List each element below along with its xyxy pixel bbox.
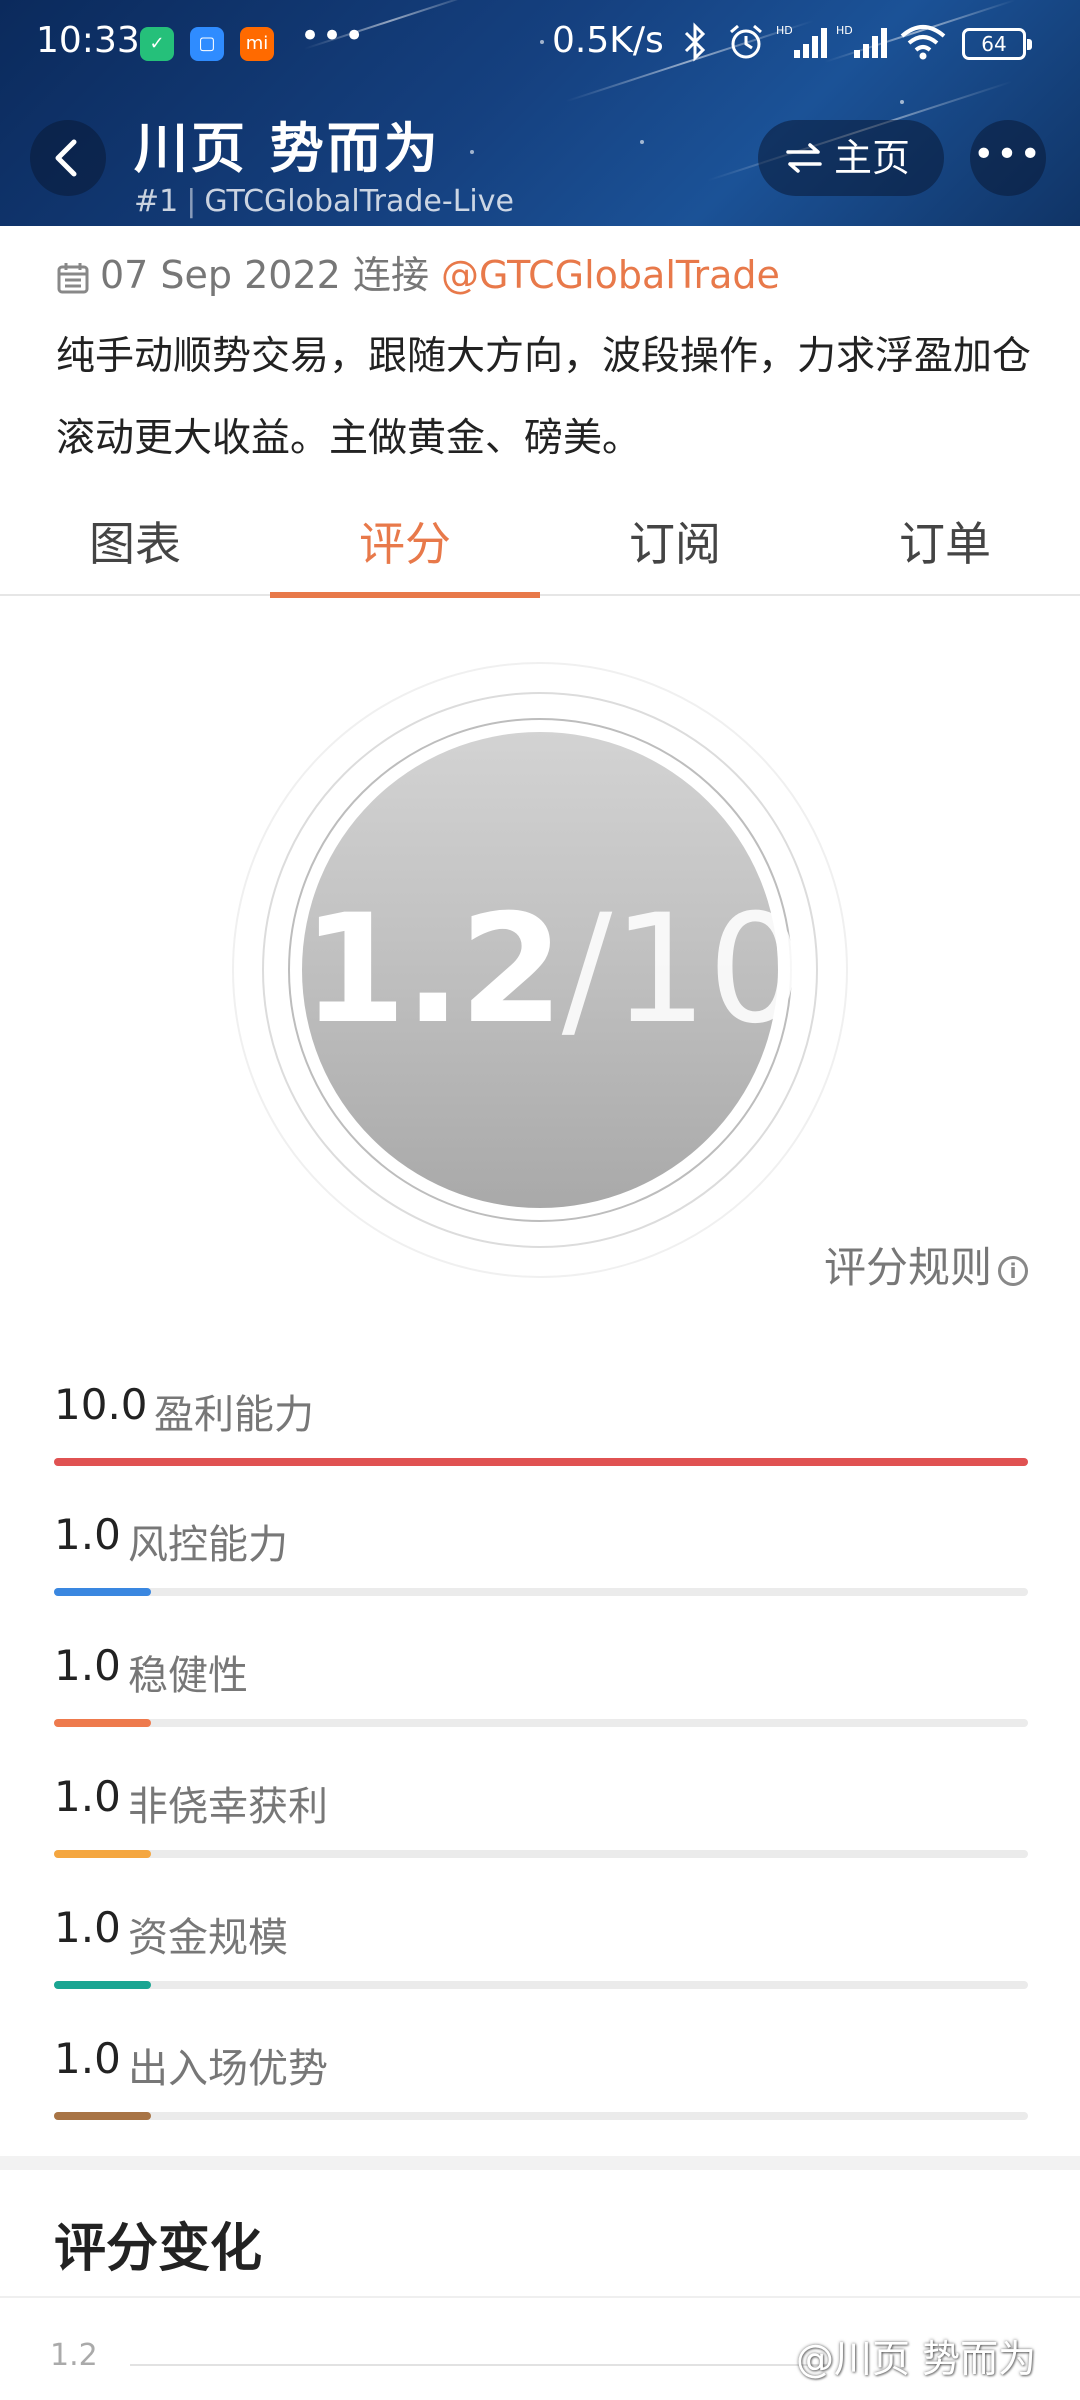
score-panel: 1.2/10 评分规则 i 10.0 盈利能力 1.0 风控能力 1.0 稳健性 … <box>0 598 1080 2158</box>
metric-value: 10.0 <box>54 1380 148 1429</box>
metric-label: 资金规模 <box>128 1915 288 1961</box>
page-title: 川页 势而为 <box>134 117 441 180</box>
svg-text:HD: HD <box>836 24 853 37</box>
metric-track <box>54 2112 1028 2120</box>
metric-label: 盈利能力 <box>154 1392 314 1438</box>
metric-label: 风控能力 <box>128 1522 288 1568</box>
metric-value: 1.0 <box>54 1772 121 1821</box>
connection-info: 07 Sep 2022 连接 @GTCGlobalTrade <box>56 244 780 299</box>
metric-label: 非侥幸获利 <box>128 1784 328 1830</box>
signal-icon-2: HD <box>836 24 887 58</box>
metric-value: 1.0 <box>54 2034 121 2083</box>
home-button-label: 主页 <box>834 136 911 180</box>
net-speed: 0.5K/s <box>552 20 664 61</box>
overall-score: 1.2/10 <box>302 732 803 1208</box>
metric-label: 稳健性 <box>128 1653 248 1699</box>
alarm-icon <box>730 24 762 59</box>
metric-entry-exit: 1.0 出入场优势 <box>54 2034 1028 2144</box>
status-time: 10:33 <box>36 20 140 61</box>
metric-value: 1.0 <box>54 1510 121 1559</box>
score-value: 1.2 <box>302 883 564 1057</box>
more-options-button[interactable]: ••• <box>970 120 1046 196</box>
score-rules-link[interactable]: 评分规则 i <box>824 1234 1028 1295</box>
metric-value: 1.0 <box>54 1641 121 1690</box>
calendar-icon <box>57 262 89 293</box>
metric-track <box>54 1588 1028 1596</box>
wifi-icon <box>900 25 946 60</box>
battery-icon: 64 <box>962 28 1032 60</box>
metric-bar <box>54 1588 152 1596</box>
account-subtitle: #1 | GTCGlobalTrade-Live <box>134 184 514 219</box>
info-icon: i <box>998 1255 1028 1286</box>
metric-fund-size: 1.0 资金规模 <box>54 1903 1028 2013</box>
metric-non-luck-profit: 1.0 非侥幸获利 <box>54 1772 1028 1882</box>
metric-stability: 1.0 稳健性 <box>54 1641 1028 1751</box>
metric-track <box>54 1719 1028 1727</box>
metric-risk-control: 1.0 风控能力 <box>54 1510 1028 1620</box>
chart-gridline <box>130 2364 830 2366</box>
bluetooth-icon <box>684 22 706 62</box>
strategy-description: 纯手动顺势交易，跟随大方向，波段操作，力求浮盈加仓滚动更大收益。主做黄金、磅美。 <box>56 334 1032 461</box>
metric-bar <box>54 2112 152 2120</box>
tab-bar: 图表 评分 订阅 订单 <box>0 500 1080 598</box>
status-more-icon: ••• <box>300 16 367 56</box>
metric-label: 出入场优势 <box>128 2046 328 2092</box>
metric-profitability: 10.0 盈利能力 <box>54 1380 1028 1490</box>
tab-chart[interactable]: 图表 <box>0 500 270 596</box>
connect-text: 连接 <box>352 253 429 297</box>
score-rules-label: 评分规则 <box>823 1243 992 1292</box>
home-button[interactable]: 主页 <box>758 120 944 196</box>
watermark: @川页 势而为 <box>796 2337 1037 2381</box>
tab-subscribe[interactable]: 订阅 <box>540 500 810 596</box>
metric-track <box>54 1850 1028 1858</box>
app-header: 10:33 ✓ ▢ mi ••• 0.5K/s HD HD 64 川页 势而为 … <box>0 0 1080 226</box>
status-bar: 10:33 ✓ ▢ mi ••• 0.5K/s HD HD 64 <box>0 0 1080 88</box>
metric-track <box>54 1458 1028 1466</box>
score-max: 10 <box>612 883 804 1057</box>
more-icon: ••• <box>973 134 1043 175</box>
section-divider <box>0 2156 1080 2170</box>
back-button[interactable] <box>30 120 106 196</box>
account-name: GTCGlobalTrade-Live <box>204 184 514 219</box>
chart-divider <box>0 2296 1080 2298</box>
connect-date: 07 Sep 2022 <box>100 253 341 297</box>
score-slash: / <box>561 883 613 1057</box>
mi-app-icon: mi <box>240 27 274 61</box>
tab-orders[interactable]: 订单 <box>810 500 1080 596</box>
security-app-icon: ✓ <box>140 27 174 61</box>
chart-y-tick: 1.2 <box>50 2338 98 2373</box>
chevron-left-icon <box>55 139 77 177</box>
score-history-title: 评分变化 <box>54 2219 263 2279</box>
metric-bar <box>54 1981 152 1989</box>
metric-bar <box>54 1850 152 1858</box>
metric-bar <box>54 1458 1028 1466</box>
broker-link[interactable]: @GTCGlobalTrade <box>441 253 780 297</box>
metric-value: 1.0 <box>54 1903 121 1952</box>
metric-bar <box>54 1719 152 1727</box>
metric-track <box>54 1981 1028 1989</box>
rank-label: #1 <box>134 184 179 219</box>
signal-icon-1: HD <box>776 24 827 58</box>
messages-app-icon: ▢ <box>190 27 224 61</box>
svg-text:HD: HD <box>776 24 793 37</box>
tab-score[interactable]: 评分 <box>270 500 540 598</box>
swap-icon <box>786 143 822 173</box>
